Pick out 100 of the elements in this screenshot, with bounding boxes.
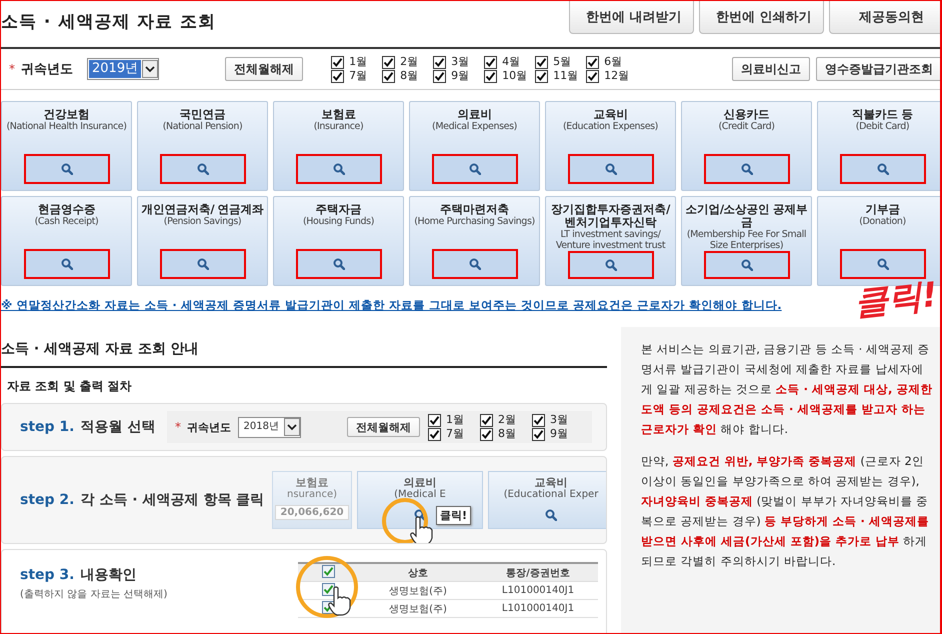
clear-months-button[interactable]: 전체월해제 [225, 57, 304, 81]
month-label: 4월 [502, 56, 520, 68]
year-dropdown[interactable]: 2018년 [238, 416, 301, 438]
search-button[interactable] [160, 154, 246, 184]
checkbox[interactable] [535, 56, 548, 68]
card-title: 신용카드 [722, 108, 770, 121]
card-subtitle: (Medical Expenses) [431, 121, 518, 132]
card-title: 의료비 [404, 476, 436, 489]
card-subtitle: (Home Purchasing Savings) [413, 216, 536, 228]
search-button[interactable] [296, 154, 382, 184]
card-subtitle: (Pension Savings) [162, 216, 242, 228]
card-title: 기부금 [864, 203, 901, 216]
field-label: 귀속년도 [21, 61, 74, 78]
amount-field: 20,066,620 [275, 505, 349, 520]
search-button[interactable] [840, 249, 926, 279]
search-button[interactable] [840, 154, 926, 184]
checkbox[interactable] [433, 56, 446, 68]
search-button[interactable] [432, 154, 518, 184]
search-button[interactable] [704, 154, 790, 184]
action-button[interactable]: 의료비신고 [732, 57, 810, 81]
checkbox[interactable] [484, 56, 498, 68]
search-icon [332, 258, 344, 270]
toolbar-button[interactable]: 한번에 인쇄하기 [699, 1, 824, 34]
search-icon [604, 163, 616, 175]
search-icon [196, 258, 208, 270]
toolbar-button[interactable]: 한번에 내려받기 [569, 1, 694, 34]
checkbox[interactable] [322, 583, 334, 596]
month-label: 12월 [604, 70, 630, 82]
card-title: 의료비 [456, 108, 493, 121]
checkbox[interactable] [331, 70, 344, 82]
search-icon [876, 258, 888, 270]
checkbox[interactable] [382, 70, 396, 82]
hand-cursor-icon [326, 586, 352, 616]
card-title: 교육비 [592, 108, 629, 121]
search-icon [740, 259, 752, 271]
month-label: 3월 [550, 414, 568, 426]
checkbox[interactable] [532, 414, 545, 426]
info-paragraph: 본 서비스는 의료기관, 금융기관 등 소득 · 세액공제 증명서류 발급기관이 국세청에 제출한 자료를 납세자에게 일괄 제공하는 것으로 소득 · 세액공제 대상, 공제한도액 등의 공제요건은 소득 · 세액공제를 받고자 하는 근로자가 확인 해야 합니다. [641, 341, 933, 438]
month-label: 11월 [553, 70, 578, 82]
card-title: 장기집합투자증권저축/ 벤처기업투자신탁 [550, 203, 672, 229]
card-title: 소기업/소상공인 공제부금 [684, 203, 809, 229]
card-title: 개인연금저축/ 연금계좌 [141, 203, 264, 216]
checkbox[interactable] [586, 70, 600, 82]
checkbox[interactable] [535, 70, 548, 82]
toolbar-button[interactable]: 제공동의현 [829, 1, 940, 34]
table-cell-text: 생명보험(주) [388, 584, 448, 598]
required-mark: * [9, 62, 15, 76]
section-subtitle: 자료 조회 및 출력 절차 [7, 378, 133, 395]
month-label: 5월 [553, 56, 572, 68]
month-label: 2월 [498, 414, 516, 426]
column-header: 상호 [407, 566, 429, 580]
step-label: step 1. [20, 419, 74, 435]
search-button[interactable] [568, 251, 654, 279]
caret-icon [142, 60, 158, 78]
search-button[interactable] [568, 154, 654, 184]
search-button[interactable] [432, 249, 518, 279]
month-label: 9월 [550, 428, 568, 440]
action-button[interactable]: 영수증발급기관조회 [816, 57, 940, 81]
search-icon [740, 163, 752, 175]
card-subtitle: (Credit Card) [717, 121, 776, 132]
step-label: step 2. [20, 492, 74, 508]
card-title: 교육비 [534, 476, 568, 489]
page-title: 소득 · 세액공제 자료 조회 [1, 11, 216, 33]
checkbox[interactable] [480, 414, 493, 426]
table-cell-text: L101000140J1 [500, 603, 576, 614]
card-subtitle: (Insurance) [312, 121, 364, 132]
card-subtitle: (Debit Card) [854, 121, 910, 132]
checkbox[interactable] [532, 428, 545, 440]
checkbox[interactable] [428, 428, 441, 440]
search-icon [332, 163, 344, 175]
card-title: 국민연금 [178, 108, 226, 121]
search-button[interactable] [24, 154, 110, 184]
search-button[interactable] [24, 249, 110, 279]
notice-link[interactable]: ※ 연말정산간소화 자료는 소득 · 세액공제 증명서류 발급기관이 제출한 자료를 그대로 보여주는 것이므로 공제요건은 근로자가 확인해야 합니다. [1, 298, 782, 313]
search-button[interactable] [296, 249, 382, 279]
checkbox[interactable] [322, 565, 334, 578]
checkbox[interactable] [428, 414, 441, 426]
month-label: 7월 [446, 428, 464, 440]
checkbox[interactable] [382, 56, 396, 68]
checkbox[interactable] [484, 70, 498, 82]
card-subtitle: (Educational Exper [504, 489, 598, 501]
month-label: 10월 [502, 70, 528, 82]
card-subtitle: LT investment savings/ Venture investment trust [554, 229, 666, 251]
card-title: 직불카드 등 [852, 108, 913, 121]
search-icon [468, 163, 480, 175]
checkbox[interactable] [586, 56, 600, 68]
checkbox[interactable] [331, 56, 344, 68]
checkbox[interactable] [480, 428, 493, 440]
search-button[interactable] [160, 249, 246, 279]
info-paragraph: 만약, 공제요건 위반, 부양가족 중복공제 (근로자 2인 이상이 동일인을 부양가족으로 하여 공제받는 경우), 자녀양육비 중복공제 (맞벌이 부부가 자녀양육비를 중복으로 공제받는 경우) 등 부당하게 소득 · 세액공제를 받으면 사후에 세금(가산세 포함)을 추가로 납부 하게 되므로 각별히 주의하시기 바랍니다. [641, 453, 930, 570]
card-title: 보험료 [320, 108, 357, 121]
card-title: 보험료 [296, 476, 328, 489]
search-button[interactable] [704, 251, 790, 279]
month-label: 6월 [604, 56, 622, 68]
card-subtitle: (Cash Receipt) [34, 216, 100, 228]
table-cell-text: 생명보험(주) [388, 602, 448, 616]
year-dropdown[interactable]: 2019년 [87, 58, 160, 80]
clear-months-button[interactable]: 전체월해제 [347, 417, 420, 437]
search-icon [60, 258, 72, 270]
checkbox[interactable] [433, 70, 446, 82]
